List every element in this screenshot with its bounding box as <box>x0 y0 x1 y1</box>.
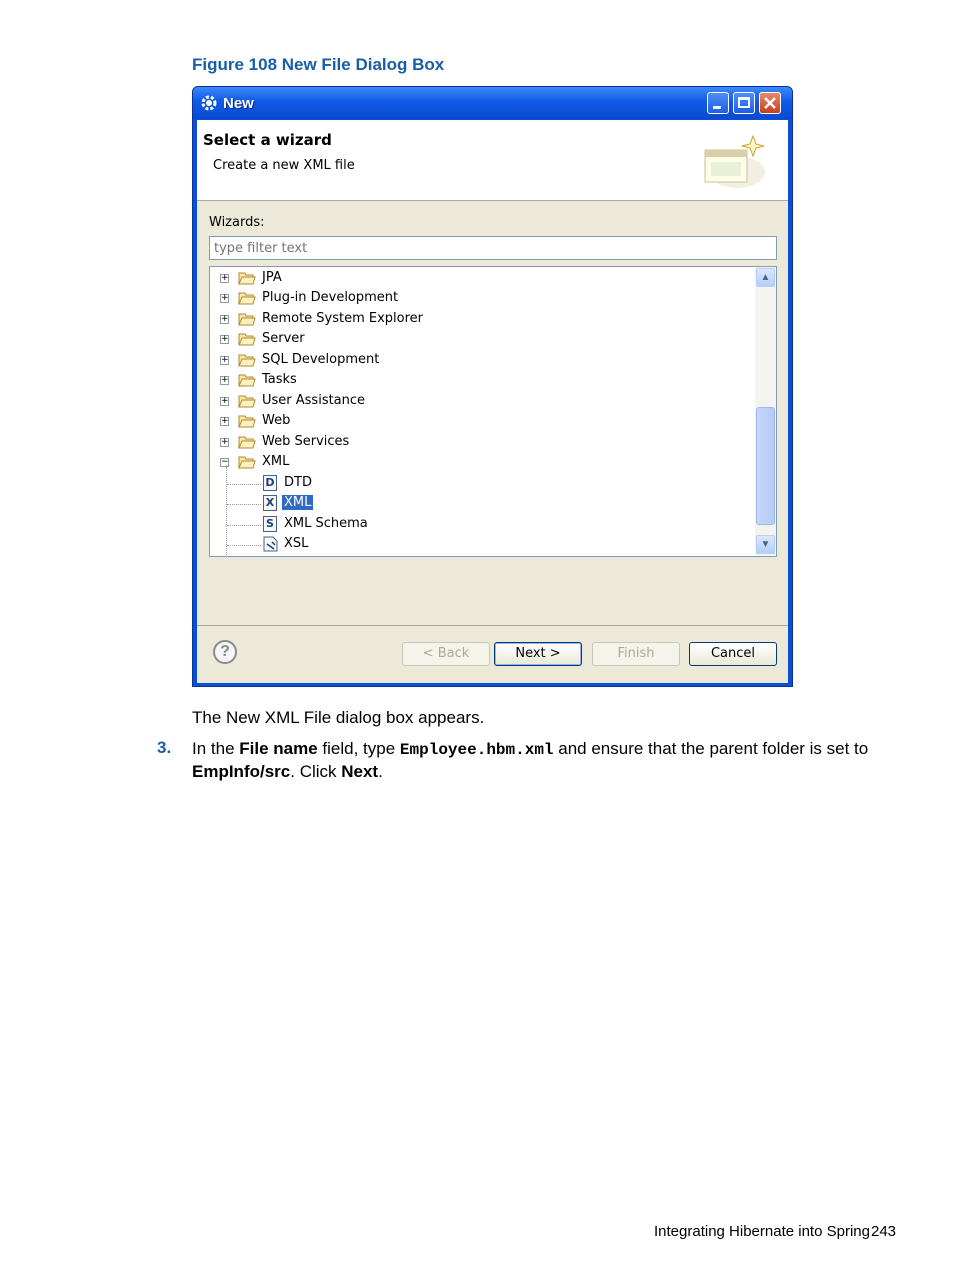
xml-file-icon: X <box>263 495 277 511</box>
scroll-thumb[interactable] <box>756 407 775 525</box>
wizard-tree: + JPA + Plug-in Development + Remote Sys… <box>209 266 777 557</box>
folder-icon <box>238 292 256 305</box>
wizard-header: Select a wizard Create a new XML file <box>197 120 788 201</box>
step-text-part: In the <box>192 739 240 758</box>
step-text-part: field, type <box>317 739 400 758</box>
tree-item-label: Tasks <box>262 372 297 387</box>
step-text-part: . <box>378 762 383 781</box>
schema-file-icon: S <box>263 516 277 532</box>
next-button[interactable]: Next > <box>494 642 582 666</box>
tree-item-xml-file[interactable]: X XML <box>210 494 755 514</box>
figure-caption: Figure 108 New File Dialog Box <box>192 55 445 74</box>
tree-item-web-services[interactable]: + Web Services <box>210 433 755 453</box>
dtd-file-icon: D <box>263 475 277 491</box>
tree-item-dtd[interactable]: D DTD <box>210 474 755 494</box>
expand-icon[interactable]: + <box>220 274 229 283</box>
step-instruction: In the File name field, type Employee.hb… <box>192 738 902 782</box>
field-name-term: File name <box>239 739 318 758</box>
tree-item-label: XML Schema <box>284 516 368 531</box>
finish-button[interactable]: Finish <box>592 642 680 666</box>
close-icon <box>764 97 776 109</box>
file-value-code: Employee.hbm.xml <box>399 741 554 759</box>
wizard-description: Create a new XML file <box>213 158 355 173</box>
page-number: 243 <box>871 1223 897 1240</box>
expand-icon[interactable]: + <box>220 315 229 324</box>
tree-item-label: XSL <box>284 536 309 551</box>
filter-input[interactable] <box>209 236 777 260</box>
tree-connector <box>227 504 261 505</box>
folder-icon <box>238 415 256 428</box>
folder-icon <box>238 272 256 285</box>
result-sentence: The New XML File dialog box appears. <box>192 708 485 727</box>
tree-item-label: XML <box>262 454 290 469</box>
gear-icon <box>201 95 217 111</box>
tree-item-remote-system-explorer[interactable]: + Remote System Explorer <box>210 310 755 330</box>
dialog-client-area: Select a wizard Create a new XML file Wi… <box>197 120 788 683</box>
tree-item-xsl[interactable]: XSL <box>210 535 755 555</box>
expand-icon[interactable]: + <box>220 376 229 385</box>
back-button[interactable]: < Back <box>402 642 490 666</box>
dialog-title: New <box>223 95 254 112</box>
wizards-label: Wizards: <box>209 215 265 230</box>
tree-connector <box>227 484 261 485</box>
tree-scrollbar[interactable]: ▲ ▼ <box>755 267 776 556</box>
folder-icon <box>238 333 256 346</box>
folder-term: EmpInfo/src <box>192 762 291 781</box>
tree-connector <box>227 525 261 526</box>
expand-icon[interactable]: + <box>220 417 229 426</box>
close-button[interactable] <box>759 92 781 114</box>
folder-icon <box>238 374 256 387</box>
wizard-title: Select a wizard <box>203 131 332 149</box>
tree-item-label: Plug-in Development <box>262 290 399 305</box>
tree-item-web[interactable]: + Web <box>210 412 755 432</box>
step-text-part: . Click <box>290 762 342 781</box>
button-bar-divider <box>197 625 788 626</box>
scroll-down-button[interactable]: ▼ <box>756 535 775 554</box>
new-wizard-banner-icon <box>704 134 765 188</box>
footer-section-title: Integrating Hibernate into Spring <box>654 1223 870 1240</box>
dialog-titlebar[interactable]: New <box>193 87 792 119</box>
tree-item-jpa[interactable]: + JPA <box>210 269 755 289</box>
tree-item-plugin-development[interactable]: + Plug-in Development <box>210 289 755 309</box>
tree-item-tasks[interactable]: + Tasks <box>210 371 755 391</box>
expand-icon[interactable]: + <box>220 397 229 406</box>
expand-icon[interactable]: + <box>220 294 229 303</box>
tree-item-label: Server <box>262 331 305 346</box>
tree-item-sql-development[interactable]: + SQL Development <box>210 351 755 371</box>
tree-item-label: Remote System Explorer <box>262 311 424 326</box>
tree-item-label: Web Services <box>262 434 350 449</box>
help-icon[interactable]: ? <box>213 640 237 664</box>
tree-connector <box>227 545 261 546</box>
folder-icon <box>238 313 256 326</box>
tree-item-xml-folder[interactable]: − XML <box>210 453 755 473</box>
next-term: Next <box>341 762 379 781</box>
minimize-icon <box>713 106 721 109</box>
tree-item-xml-schema[interactable]: S XML Schema <box>210 515 755 535</box>
expand-icon[interactable]: + <box>220 356 229 365</box>
minimize-button[interactable] <box>707 92 729 114</box>
tree-item-label-selected: XML <box>282 495 314 510</box>
tree-item-label: SQL Development <box>262 352 380 367</box>
maximize-button[interactable] <box>733 92 755 114</box>
tree-item-label: JPA <box>262 270 282 285</box>
expand-icon[interactable]: + <box>220 335 229 344</box>
expand-icon[interactable]: + <box>220 438 229 447</box>
scroll-up-button[interactable]: ▲ <box>756 268 775 287</box>
xsl-file-icon <box>263 536 278 552</box>
tree-item-label: User Assistance <box>262 393 366 408</box>
cancel-button[interactable]: Cancel <box>689 642 777 666</box>
tree-item-label: Web <box>262 413 291 428</box>
folder-icon <box>238 354 256 367</box>
folder-icon <box>238 395 256 408</box>
folder-icon <box>238 436 256 449</box>
new-dialog-window: New Select a wizard Create a new XML fil… <box>192 86 793 687</box>
maximize-icon <box>738 97 750 108</box>
tree-item-label: DTD <box>284 475 312 490</box>
step-text-part: and ensure that the parent folder is set… <box>553 739 869 758</box>
tree-item-user-assistance[interactable]: + User Assistance <box>210 392 755 412</box>
open-folder-icon <box>238 456 256 469</box>
step-number: 3. <box>157 738 172 757</box>
collapse-icon[interactable]: − <box>220 458 229 467</box>
tree-item-server[interactable]: + Server <box>210 330 755 350</box>
